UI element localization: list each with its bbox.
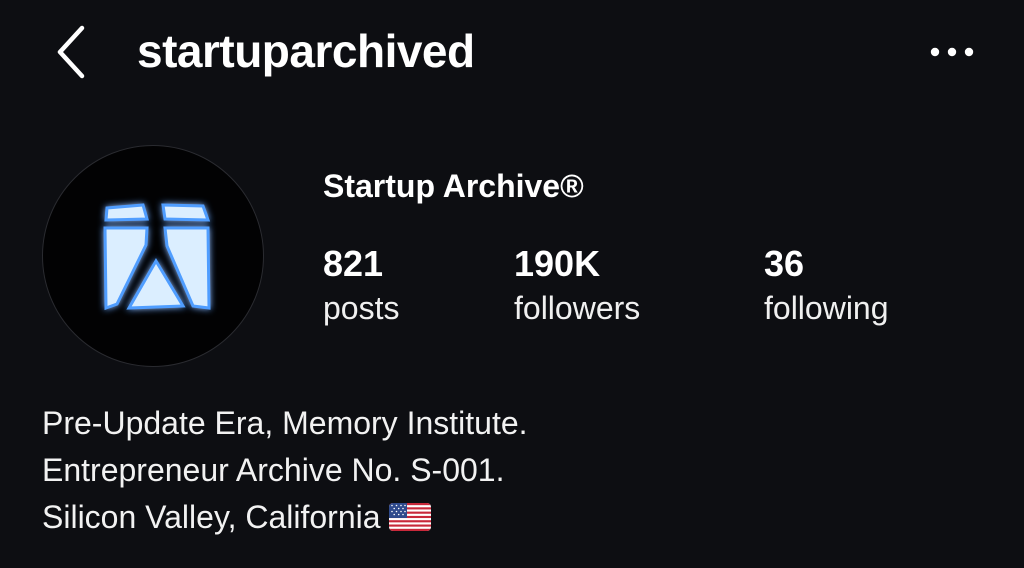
chevron-left-icon <box>57 25 85 79</box>
followers-count-label: followers <box>514 290 641 326</box>
following-count-label: following <box>764 290 889 326</box>
followers-count-value: 190K <box>514 243 601 284</box>
posts-count-label: posts <box>323 290 400 326</box>
bio-line-3-text: Silicon Valley, California <box>42 499 381 535</box>
bio-line-1: Pre-Update Era, Memory Institute. <box>42 405 528 441</box>
startup-archive-logo-icon <box>103 203 211 311</box>
back-button[interactable] <box>50 24 94 80</box>
profile-bio: Pre-Update Era, Memory Institute. Entrep… <box>42 400 528 541</box>
us-flag-icon <box>388 502 431 531</box>
bio-line-3: Silicon Valley, California <box>42 494 528 541</box>
profile-avatar[interactable] <box>42 145 264 367</box>
posts-count-value: 821 <box>323 243 384 284</box>
more-options-button[interactable] <box>922 34 982 70</box>
profile-header: startuparchived <box>0 0 1024 110</box>
followers-count[interactable]: 190K followers <box>514 242 640 330</box>
following-count[interactable]: 36 following <box>764 242 889 330</box>
profile-username: startuparchived <box>137 25 475 77</box>
following-count-value: 36 <box>764 243 805 284</box>
profile-display-name: Startup Archive® <box>323 168 584 204</box>
bio-line-2: Entrepreneur Archive No. S-001. <box>42 452 505 488</box>
more-horizontal-icon <box>930 47 974 57</box>
posts-count[interactable]: 821 posts <box>323 242 399 330</box>
